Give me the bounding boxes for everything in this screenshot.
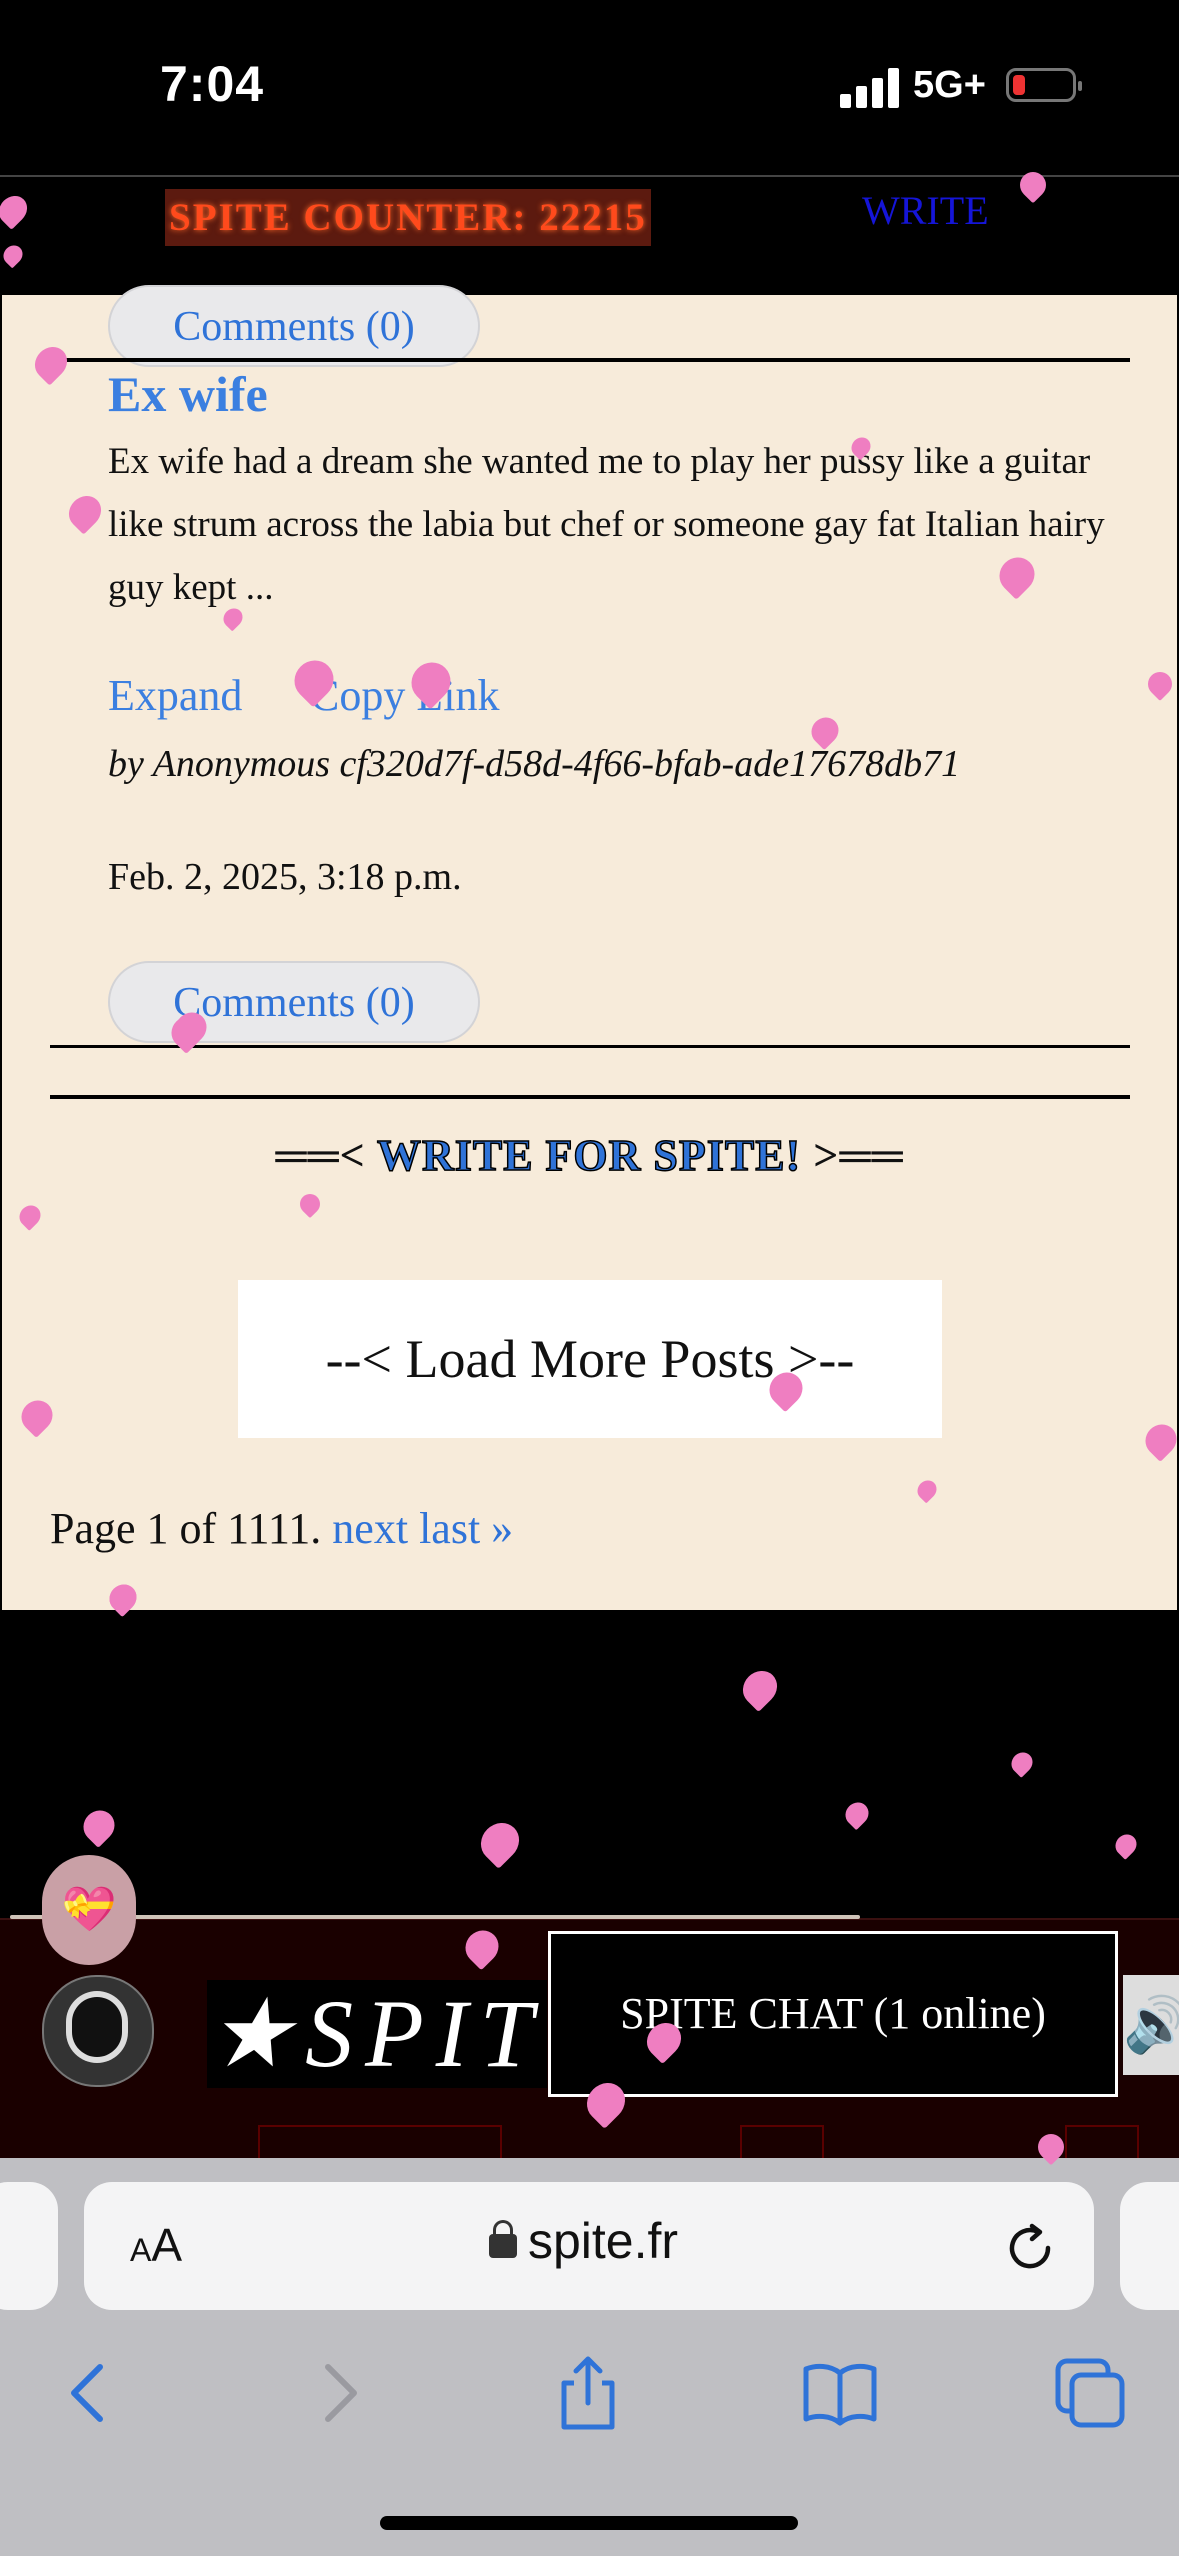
heart-particle	[840, 1797, 874, 1831]
lock-icon	[489, 2220, 517, 2258]
page-info: Page 1 of 1111.	[50, 1504, 322, 1553]
pagination: Page 1 of 1111. next last »	[50, 1503, 513, 1554]
heart-particle	[1111, 1830, 1141, 1860]
spite-chat-button[interactable]: SPITE CHAT (1 online)	[548, 1931, 1118, 2097]
reload-icon[interactable]	[1002, 2220, 1058, 2276]
write-for-spite-label: WRITE FOR SPITE!	[376, 1130, 802, 1181]
back-icon[interactable]	[48, 2353, 128, 2433]
post-comments-button[interactable]: Comments (0)	[108, 961, 480, 1043]
next-tab-pill[interactable]	[1120, 2182, 1179, 2310]
network-type: 5G+	[913, 64, 986, 106]
last-page-link[interactable]: last »	[419, 1504, 513, 1553]
deco-left: ══<	[275, 1131, 366, 1180]
status-time: 7:04	[160, 56, 265, 112]
site-logo-text: ★SPIT	[207, 1980, 547, 2088]
load-more-button[interactable]: --< Load More Posts >--	[238, 1280, 942, 1438]
address-bar[interactable]: AA spite.fr	[84, 2182, 1094, 2310]
browser-toolbar: AA spite.fr	[0, 2158, 1179, 2556]
heart-particle	[473, 1815, 527, 1869]
bookmarks-icon[interactable]	[800, 2353, 880, 2433]
heart-particle	[735, 1663, 785, 1713]
expand-link[interactable]: Expand	[108, 670, 242, 721]
tabs-icon[interactable]	[1050, 2353, 1130, 2433]
url-text: spite.fr	[528, 2213, 679, 2269]
previous-post-comments-button[interactable]: Comments (0)	[108, 285, 480, 367]
post-title[interactable]: Ex wife	[108, 365, 268, 423]
status-bar: 7:04 5G+	[0, 0, 1179, 175]
heart-particle	[77, 1804, 121, 1848]
chat-bar: 💝 ★SPIT SPITE CHAT (1 online) 🔊	[0, 1855, 1179, 2167]
spite-counter: SPITE COUNTER: 22215	[165, 189, 651, 246]
divider	[50, 1045, 1130, 1048]
copy-link[interactable]: Copy Link	[310, 670, 499, 721]
text-size-button[interactable]: AA	[130, 2218, 182, 2272]
forward-icon[interactable]	[300, 2353, 380, 2433]
site-header: SPITE COUNTER: 22215 WRITE	[0, 175, 1179, 297]
heart-particle	[1007, 1748, 1037, 1778]
share-icon[interactable]	[548, 2353, 628, 2433]
heart-emoji-button[interactable]: 💝	[42, 1855, 136, 1965]
previous-tab-pill[interactable]	[0, 2182, 58, 2310]
deco-right: >══	[813, 1131, 904, 1180]
post-byline: by Anonymous cf320d7f-d58d-4f66-bfab-ade…	[108, 743, 961, 785]
home-indicator	[380, 2516, 798, 2530]
divider	[50, 1095, 1130, 1099]
speaker-icon[interactable]: 🔊	[1123, 1975, 1179, 2075]
post-date: Feb. 2, 2025, 3:18 p.m.	[108, 856, 462, 898]
next-page-link[interactable]: next	[332, 1504, 408, 1553]
signal-icon	[840, 68, 900, 108]
post-feed: Comments (0) Ex wife Ex wife had a dream…	[2, 285, 1177, 1610]
battery-icon	[1006, 68, 1082, 102]
divider	[50, 358, 1130, 362]
avatar[interactable]	[42, 1975, 154, 2087]
write-link[interactable]: WRITE	[862, 187, 989, 234]
chat-bar-edge	[10, 1915, 860, 1919]
write-for-spite-link[interactable]: ══< WRITE FOR SPITE! >══	[2, 1130, 1177, 1181]
post-body: Ex wife had a dream she wanted me to pla…	[108, 441, 1105, 608]
